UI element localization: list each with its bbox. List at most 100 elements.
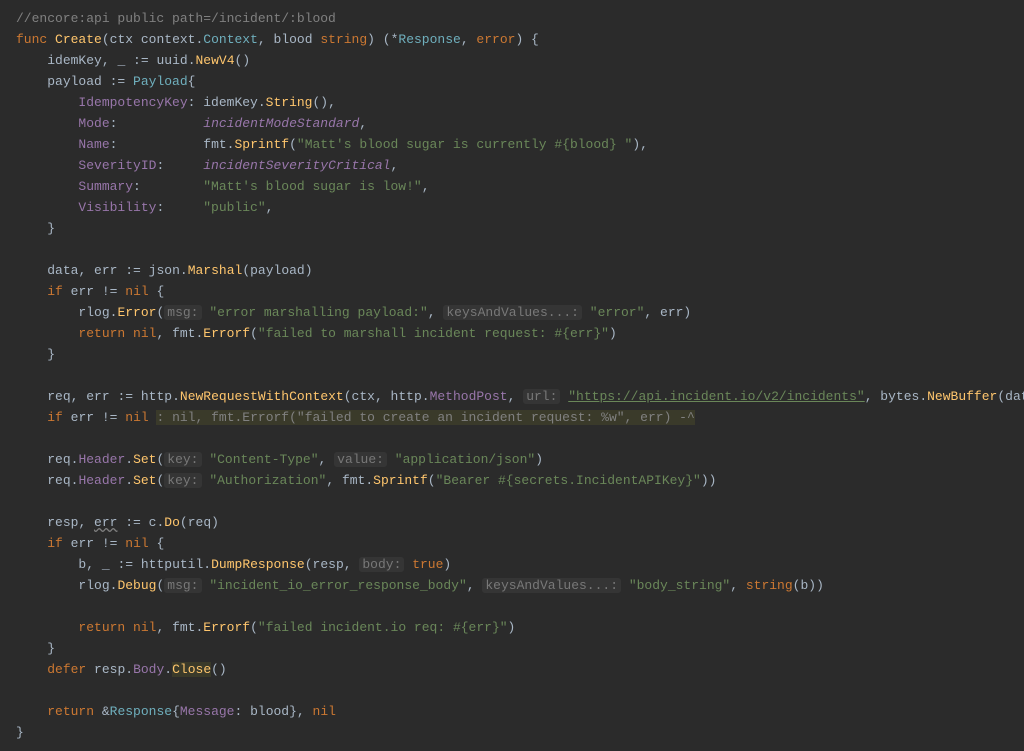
func-call: Errorf	[203, 620, 250, 635]
pkg: fmt	[203, 137, 226, 152]
code-line[interactable]: Summary: "Matt's blood sugar is low!",	[0, 176, 1024, 197]
discard: _	[117, 53, 125, 68]
pkg: context	[141, 32, 196, 47]
var: err	[94, 263, 117, 278]
code-line[interactable]: b, _ := httputil.DumpResponse(resp, body…	[0, 554, 1024, 575]
code-line[interactable]: }	[0, 344, 1024, 365]
code-line[interactable]: return &Response{Message: blood}, nil	[0, 701, 1024, 722]
pkg: fmt	[342, 473, 365, 488]
var: payload	[47, 74, 102, 89]
type: Context	[203, 32, 258, 47]
code-line[interactable]: if err != nil {	[0, 533, 1024, 554]
nil: nil	[133, 326, 156, 341]
url-string: "https://api.incident.io/v2/incidents"	[568, 389, 864, 404]
keyword-defer: defer	[47, 662, 86, 677]
code-line[interactable]: }	[0, 218, 1024, 239]
func-call: Set	[133, 452, 156, 467]
param-hint: value:	[334, 452, 387, 467]
keyword-if: if	[47, 536, 63, 551]
keyword-return: return	[78, 620, 125, 635]
string: "Matt's blood sugar is low!"	[203, 179, 421, 194]
param-hint: url:	[523, 389, 560, 404]
code-line[interactable]: payload := Payload{	[0, 71, 1024, 92]
string: "application/json"	[395, 452, 535, 467]
string: "Matt's blood sugar is currently #{blood…	[297, 137, 632, 152]
code-line[interactable]: rlog.Debug(msg: "incident_io_error_respo…	[0, 575, 1024, 596]
param-hint: body:	[359, 557, 404, 572]
code-line[interactable]: rlog.Error(msg: "error marshalling paylo…	[0, 302, 1024, 323]
func-call: Do	[164, 515, 180, 530]
pkg: http	[391, 389, 422, 404]
code-line[interactable]: defer resp.Body.Close()	[0, 659, 1024, 680]
var: err	[71, 536, 94, 551]
string: "incident_io_error_response_body"	[209, 578, 466, 593]
code-line[interactable]: req.Header.Set(key: "Authorization", fmt…	[0, 470, 1024, 491]
code-line[interactable]	[0, 239, 1024, 260]
field: SeverityID	[78, 158, 156, 173]
type: string	[320, 32, 367, 47]
var: err	[71, 410, 94, 425]
paren: (	[102, 32, 110, 47]
code-line[interactable]	[0, 365, 1024, 386]
field: Body	[133, 662, 164, 677]
keyword-return: return	[47, 704, 94, 719]
code-line[interactable]: return nil, fmt.Errorf("failed incident.…	[0, 617, 1024, 638]
paren: (*	[383, 32, 399, 47]
pkg: fmt	[172, 326, 195, 341]
pkg: uuid	[156, 53, 187, 68]
code-line[interactable]	[0, 491, 1024, 512]
code-line[interactable]: req.Header.Set(key: "Content-Type", valu…	[0, 449, 1024, 470]
code-line[interactable]: Name: fmt.Sprintf("Matt's blood sugar is…	[0, 134, 1024, 155]
code-line[interactable]	[0, 596, 1024, 617]
code-line[interactable]: Visibility: "public",	[0, 197, 1024, 218]
code-line[interactable]: data, err := json.Marshal(payload)	[0, 260, 1024, 281]
code-line[interactable]: func Create(ctx context.Context, blood s…	[0, 29, 1024, 50]
param-hint: keysAndValues...:	[482, 578, 621, 593]
code-line[interactable]: IdempotencyKey: idemKey.String(),	[0, 92, 1024, 113]
pkg: http	[141, 389, 172, 404]
keyword-return: return	[78, 326, 125, 341]
func-call: Set	[133, 473, 156, 488]
var: err	[71, 284, 94, 299]
discard: _	[102, 557, 110, 572]
paren: )	[367, 32, 375, 47]
comment: //encore:api public path=/incident/:bloo…	[16, 11, 336, 26]
var: req	[47, 452, 70, 467]
field: Visibility	[78, 200, 156, 215]
field: Name	[78, 137, 109, 152]
var: req	[47, 389, 70, 404]
code-editor[interactable]: //encore:api public path=/incident/:bloo…	[0, 8, 1024, 743]
field: IdempotencyKey	[78, 95, 187, 110]
string: "failed incident.io req: #{err}"	[258, 620, 508, 635]
code-line[interactable]	[0, 680, 1024, 701]
code-line[interactable]: idemKey, _ := uuid.NewV4()	[0, 50, 1024, 71]
func-call: Marshal	[188, 263, 243, 278]
code-line[interactable]: SeverityID: incidentSeverityCritical,	[0, 155, 1024, 176]
type: Response	[110, 704, 172, 719]
code-line[interactable]: Mode: incidentModeStandard,	[0, 113, 1024, 134]
type: error	[476, 32, 515, 47]
code-line[interactable]: resp, err := c.Do(req)	[0, 512, 1024, 533]
func-call: Sprintf	[234, 137, 289, 152]
pkg: fmt	[172, 620, 195, 635]
collapsed-block[interactable]: : nil, fmt.Errorf("failed to create an i…	[156, 410, 694, 425]
string: "error marshalling payload:"	[209, 305, 427, 320]
code-line[interactable]: return nil, fmt.Errorf("failed to marsha…	[0, 323, 1024, 344]
nil: nil	[313, 704, 336, 719]
nil: nil	[133, 620, 156, 635]
code-line[interactable]: if err != nil : nil, fmt.Errorf("failed …	[0, 407, 1024, 428]
code-line[interactable]: req, err := http.NewRequestWithContext(c…	[0, 386, 1024, 407]
var: req	[47, 473, 70, 488]
code-line[interactable]: }	[0, 638, 1024, 659]
func-call: Sprintf	[373, 473, 428, 488]
string: "body_string"	[629, 578, 730, 593]
code-line[interactable]: }	[0, 722, 1024, 743]
string: "Content-Type"	[209, 452, 318, 467]
pkg: rlog	[78, 305, 109, 320]
code-line[interactable]: //encore:api public path=/incident/:bloo…	[0, 8, 1024, 29]
code-line[interactable]: if err != nil {	[0, 281, 1024, 302]
field: Mode	[78, 116, 109, 131]
code-line[interactable]	[0, 428, 1024, 449]
var: b	[800, 578, 808, 593]
func-call: NewRequestWithContext	[180, 389, 344, 404]
